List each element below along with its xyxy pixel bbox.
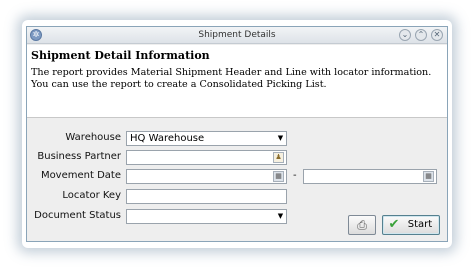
description-line-2: You can use the report to create a Conso… bbox=[31, 79, 327, 90]
calendar-icon[interactable]: ▦ bbox=[273, 171, 284, 182]
business-partner-field[interactable]: ♟ bbox=[126, 150, 287, 165]
print-button[interactable]: ⎙ bbox=[348, 215, 376, 235]
close-icon[interactable]: ✕ bbox=[431, 29, 443, 41]
start-button-label: Start bbox=[407, 219, 433, 230]
window-title: Shipment Details bbox=[198, 30, 276, 40]
report-description: The report provides Material Shipment He… bbox=[31, 67, 445, 91]
printer-icon: ⎙ bbox=[357, 218, 367, 232]
start-button[interactable]: ✔ Start bbox=[382, 215, 440, 235]
warehouse-label: Warehouse bbox=[65, 132, 121, 143]
title-bar[interactable]: ✲ Shipment Details ⌄ ⌃ ✕ bbox=[27, 27, 447, 44]
warehouse-select[interactable]: HQ Warehouse ▼ bbox=[126, 131, 287, 146]
business-partner-label: Business Partner bbox=[37, 151, 121, 162]
movement-date-from-field[interactable]: ▦ bbox=[126, 169, 287, 184]
shipment-details-dialog: ✲ Shipment Details ⌄ ⌃ ✕ Shipment Detail… bbox=[26, 26, 448, 242]
movement-date-to-field[interactable]: ▦ bbox=[303, 169, 437, 184]
date-range-separator: - bbox=[293, 170, 297, 181]
locator-key-label: Locator Key bbox=[62, 190, 121, 201]
chevron-down-icon[interactable]: ▼ bbox=[275, 132, 286, 145]
minimize-icon[interactable]: ⌄ bbox=[399, 29, 411, 41]
warehouse-value: HQ Warehouse bbox=[130, 133, 205, 144]
calendar-icon[interactable]: ▦ bbox=[423, 171, 434, 182]
document-status-select[interactable]: ▼ bbox=[126, 209, 287, 224]
maximize-icon[interactable]: ⌃ bbox=[415, 29, 427, 41]
page-title: Shipment Detail Information bbox=[31, 49, 210, 62]
person-lookup-icon[interactable]: ♟ bbox=[273, 152, 284, 163]
document-status-label: Document Status bbox=[34, 210, 121, 221]
locator-key-field[interactable] bbox=[126, 189, 287, 204]
movement-date-label: Movement Date bbox=[40, 170, 121, 181]
description-line-1: The report provides Material Shipment He… bbox=[31, 67, 432, 78]
checkmark-icon: ✔ bbox=[388, 217, 400, 232]
header-panel: Shipment Detail Information The report p… bbox=[27, 45, 447, 118]
chevron-down-icon[interactable]: ▼ bbox=[275, 210, 286, 223]
